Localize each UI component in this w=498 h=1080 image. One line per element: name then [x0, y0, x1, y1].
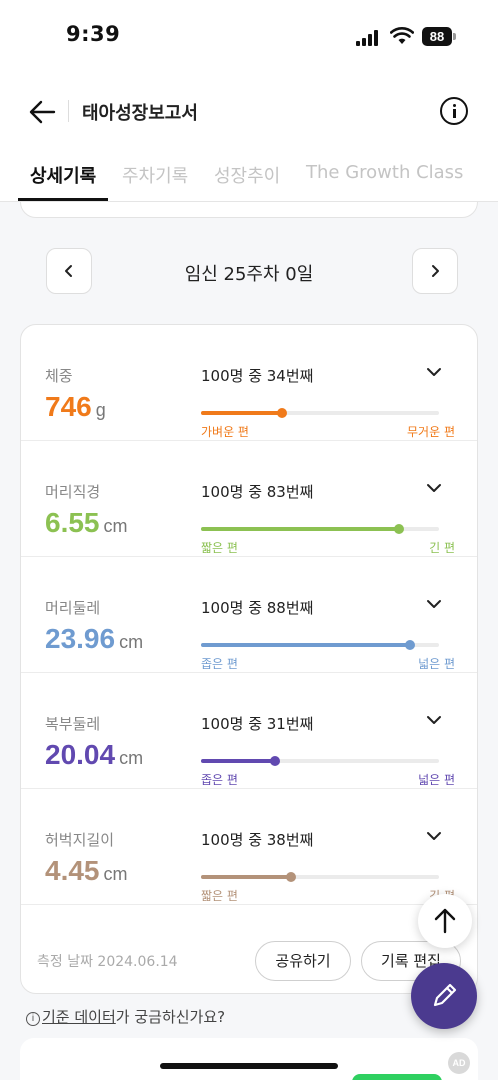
metric-unit: cm [119, 748, 144, 768]
tab-detail-record[interactable]: 상세기록 [30, 162, 96, 188]
metric-row[interactable]: 체중 746 g 100명 중 34번째가벼운 편 무거운 편 [21, 325, 477, 441]
metric-value-group: 23.96 cm [45, 623, 143, 655]
scroll-to-top-button[interactable] [418, 894, 472, 948]
metric-rank: 100명 중 31번째 [201, 715, 314, 733]
bar-low-label: 짧은 편 [201, 541, 238, 555]
chevron-down-icon[interactable] [425, 827, 443, 845]
growth-card: 체중 746 g 100명 중 34번째 가벼운 편 무거운 편 머리직경 6.55 cm 100… [20, 324, 478, 994]
header-divider [68, 100, 69, 122]
cellular-signal-icon [356, 30, 382, 46]
metric-value: 6.55 [45, 507, 100, 538]
bar-low-label: 짧은 편 [201, 889, 238, 903]
metric-value-group: 20.04 cm [45, 739, 143, 771]
percentile-bar-fill [201, 411, 282, 415]
status-bar: 9:39 88 [0, 0, 498, 72]
chevron-down-icon[interactable] [425, 363, 443, 381]
chevron-right-icon [432, 265, 439, 277]
reference-data-suffix: 가 궁금하신가요? [115, 1008, 226, 1026]
app-header: 태아성장보고서 [0, 82, 498, 142]
metric-value-group: 6.55 cm [45, 507, 128, 539]
metric-value-group: 4.45 cm [45, 855, 128, 887]
bar-low-label: 좁은 편 [201, 773, 238, 787]
share-button[interactable]: 공유하기 [255, 941, 351, 981]
percentile-bar-fill [201, 527, 399, 531]
info-icon[interactable] [440, 97, 468, 125]
status-time: 9:39 [66, 22, 121, 46]
metric-name: 체중 [45, 367, 73, 385]
ad-badge: AD [448, 1052, 470, 1074]
tab-growth-class[interactable]: The Growth Class [306, 162, 463, 183]
percentile-bar-fill [201, 875, 291, 879]
green-action-peek [352, 1074, 442, 1080]
chevron-down-icon[interactable] [425, 711, 443, 729]
percentile-marker [405, 640, 415, 650]
reference-data-link[interactable]: 기준 데이터 [42, 1008, 116, 1026]
metric-value: 23.96 [45, 623, 116, 654]
card-footer: 측정 날짜 2024.06.14 공유하기 기록 편집 [21, 929, 477, 993]
edit-fab-button[interactable] [411, 963, 477, 1029]
metric-rank: 100명 중 34번째 [201, 367, 314, 385]
metric-name: 허벅지길이 [45, 831, 115, 849]
tab-active-indicator [18, 198, 108, 201]
metric-name: 머리직경 [45, 483, 101, 501]
next-week-button[interactable] [412, 248, 458, 294]
metric-rank: 100명 중 88번째 [201, 599, 314, 617]
metric-unit: g [95, 400, 106, 420]
metric-value: 20.04 [45, 739, 116, 770]
metric-value: 746 [45, 391, 92, 422]
bar-high-label: 무거운 편 [407, 425, 455, 439]
battery-icon: 88 [422, 27, 456, 46]
week-navigator: 임신 25주차 0일 [0, 248, 498, 296]
metric-unit: cm [103, 516, 128, 536]
chevron-down-icon[interactable] [425, 479, 443, 497]
wifi-icon [390, 27, 414, 44]
metric-unit: cm [119, 632, 144, 652]
previous-card [20, 202, 478, 218]
metric-row[interactable]: 허벅지길이4.45cm100명 중 38번째짧은 편긴 편 [21, 789, 477, 905]
metric-value-group: 746 g [45, 391, 106, 423]
chevron-down-icon[interactable] [425, 595, 443, 613]
metric-row[interactable]: 머리둘레 23.96 cm 100명 중 88번째좁은 편 넓은 편 [21, 557, 477, 673]
measure-date: 측정 날짜 2024.06.14 [37, 954, 178, 970]
metric-rank: 100명 중 83번째 [201, 483, 314, 501]
percentile-marker [270, 756, 280, 766]
tab-weekly-record[interactable]: 주차기록 [122, 162, 188, 188]
percentile-bar-fill [201, 643, 410, 647]
home-indicator [160, 1063, 338, 1069]
metric-name: 복부둘레 [45, 715, 101, 733]
bar-high-label: 긴 편 [429, 541, 455, 555]
pencil-icon [433, 983, 457, 1007]
metric-unit: cm [103, 864, 128, 884]
question-icon: i [26, 1012, 40, 1026]
metric-value: 4.45 [45, 855, 100, 886]
bar-low-label: 가벼운 편 [201, 425, 249, 439]
bar-low-label: 좁은 편 [201, 657, 238, 671]
percentile-bar [201, 756, 439, 766]
tab-growth-trend[interactable]: 성장추이 [214, 162, 280, 188]
bar-high-label: 넓은 편 [418, 657, 455, 671]
reference-data-question[interactable]: i 기준 데이터가 궁금하신가요? [26, 1006, 225, 1027]
percentile-marker [286, 872, 296, 882]
percentile-bar [201, 408, 439, 418]
percentile-bar [201, 524, 439, 534]
metric-rank: 100명 중 38번째 [201, 831, 314, 849]
percentile-bar [201, 872, 439, 882]
tab-bar: 상세기록 주차기록 성장추이 The Growth Class [0, 150, 498, 202]
metric-row[interactable]: 복부둘레 20.04 cm 100명 중 31번째좁은 편 넓은 편 [21, 673, 477, 789]
battery-level: 88 [422, 27, 452, 46]
back-arrow-icon[interactable] [24, 94, 60, 130]
bar-high-label: 넓은 편 [418, 773, 455, 787]
content-area[interactable]: 임신 25주차 0일 체중 746 g 100명 중 34번째가벼운 편 무거운 편머리… [0, 202, 498, 1080]
page-title: 태아성장보고서 [82, 103, 198, 124]
metric-row[interactable]: 머리직경 6.55 cm 100명 중 83번째짧은 편 긴 편 [21, 441, 477, 557]
metric-name: 머리둘레 [45, 599, 101, 617]
percentile-marker [277, 408, 287, 418]
percentile-bar-fill [201, 759, 275, 763]
arrow-up-icon [434, 908, 456, 934]
percentile-marker [394, 524, 404, 534]
percentile-bar [201, 640, 439, 650]
